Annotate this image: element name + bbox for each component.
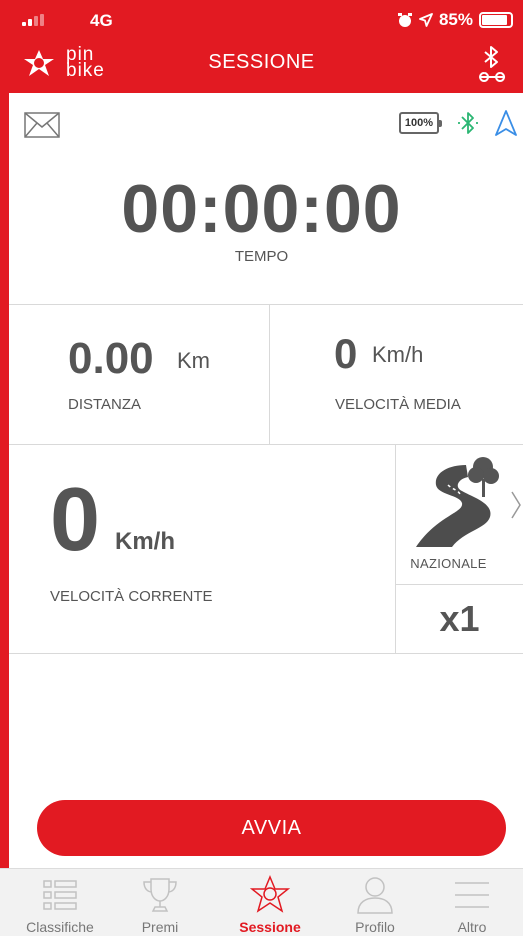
distance-label: DISTANZA (68, 396, 142, 413)
tab-premi[interactable]: Premi (108, 869, 212, 936)
tab-profilo[interactable]: Profilo (323, 869, 427, 936)
bluetooth-icon (458, 112, 478, 134)
network-type: 4G (90, 11, 113, 30)
top-bar: 4G 85% pin bike SESSIONE (0, 0, 523, 93)
list-icon (43, 880, 77, 910)
divider (269, 304, 270, 444)
star-icon (250, 875, 290, 913)
tab-label: Premi (141, 919, 179, 935)
tab-bar: Classifiche Premi Sessione Profilo Altro (0, 868, 523, 936)
timer-label: TEMPO (234, 248, 289, 265)
current-speed-unit: Km/h (115, 528, 175, 555)
divider (9, 653, 523, 654)
bluetooth-wrench-icon[interactable] (475, 44, 511, 84)
route-multiplier: x1 (439, 598, 480, 639)
navigation-arrow-icon (495, 110, 517, 136)
winding-road-tree-icon[interactable] (408, 455, 503, 550)
menu-icon (455, 882, 489, 908)
start-button[interactable]: AVVIA (37, 800, 506, 856)
avg-speed-unit: Km/h (372, 342, 424, 367)
page-title: SESSIONE (208, 51, 315, 73)
trophy-icon (143, 878, 177, 912)
timer-value: 00:00:00 (121, 171, 402, 247)
distance-unit: Km (177, 348, 210, 373)
divider (9, 444, 523, 445)
mail-icon[interactable] (24, 112, 60, 138)
avg-speed-value: 0 (334, 330, 358, 377)
tab-label: Altro (457, 919, 487, 935)
route-name: NAZIONALE (410, 556, 487, 571)
tab-label: Sessione (239, 919, 301, 935)
avg-speed-label: VELOCITÀ MEDIA (335, 396, 461, 413)
status-right: 85% (397, 10, 513, 30)
location-icon (419, 13, 433, 27)
tab-classifiche[interactable]: Classifiche (8, 869, 112, 936)
battery-icon (479, 12, 513, 28)
signal-icon (22, 14, 44, 26)
tab-altro[interactable]: Altro (420, 869, 523, 936)
alarm-icon (397, 13, 412, 27)
status-bar: 4G 85% (0, 0, 523, 40)
divider (9, 304, 523, 305)
current-speed-value: 0 (50, 470, 101, 570)
device-battery-indicator: 100% (399, 112, 442, 134)
divider (395, 584, 523, 585)
tab-sessione[interactable]: Sessione (218, 869, 322, 936)
user-icon (357, 877, 393, 914)
tab-label: Profilo (355, 919, 395, 935)
battery-percent: 85% (438, 10, 473, 29)
chevron-right-icon[interactable] (510, 490, 522, 520)
distance-value: 0.00 (68, 334, 154, 383)
current-speed-label: VELOCITÀ CORRENTE (50, 588, 213, 605)
tab-label: Classifiche (26, 919, 94, 935)
app-header: pin bike SESSIONE (0, 40, 523, 93)
